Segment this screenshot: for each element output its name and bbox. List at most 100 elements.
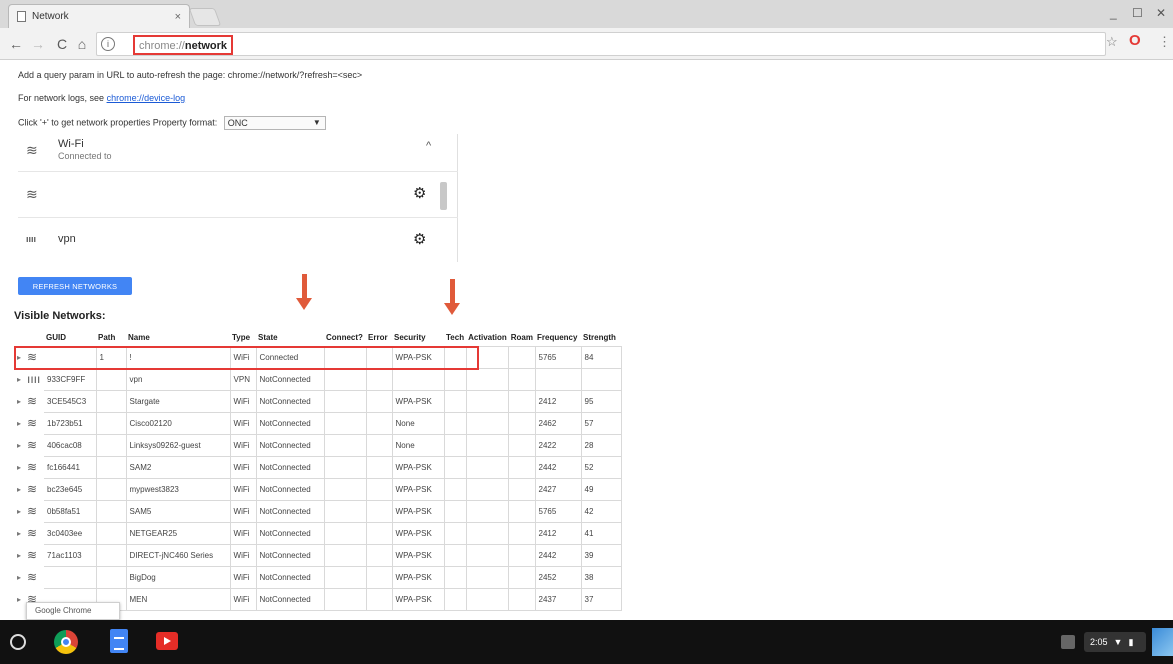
cell-error: [365, 565, 393, 589]
menu-icon[interactable]: ⋮: [1158, 34, 1171, 50]
format-select[interactable]: ONC ▼: [223, 116, 326, 130]
forward-button[interactable]: →: [28, 34, 48, 54]
home-button[interactable]: ⌂: [72, 34, 92, 54]
chrome-tooltip: Google Chrome: [26, 602, 120, 620]
url-text[interactable]: chrome://network: [133, 35, 234, 55]
cell-tech: [443, 477, 467, 501]
table-row[interactable]: ▸ ≋ 71ac1103 DIRECT-jNC460 Series WiFi NotCon…: [14, 543, 622, 567]
toolbar: ← → C ⌂ i chrome://network: [0, 28, 1173, 60]
device-log-link[interactable]: chrome://device-log: [107, 93, 186, 103]
visible-networks-table: GUID Path Name Type State Connect? Error…: [14, 330, 622, 611]
column-header: Error: [368, 333, 388, 343]
ime-icon[interactable]: [1061, 635, 1075, 649]
cell-state: NotConnected: [255, 499, 325, 523]
collapse-icon[interactable]: ^: [426, 140, 431, 152]
wifi-network-item[interactable]: ≋ ⚙: [18, 172, 458, 218]
cell-path: [95, 543, 127, 567]
new-tab-button[interactable]: [188, 8, 222, 26]
cell-path: [95, 521, 127, 545]
refresh-networks-button[interactable]: REFRESH NETWORKS: [18, 277, 132, 295]
cell-activation: [465, 499, 510, 523]
bookmark-star-icon[interactable]: ☆: [1106, 34, 1118, 50]
opera-extension-icon[interactable]: O: [1129, 32, 1141, 49]
expand-icon[interactable]: ▸: [14, 522, 24, 544]
gear-icon[interactable]: ⚙: [413, 230, 426, 248]
cell-roam: [508, 345, 536, 369]
table-row[interactable]: ▸ ≋ bc23e645 mypwest3823 WiFi NotConnected WPA…: [14, 477, 622, 501]
cell-tech: [443, 389, 467, 413]
cell-tech: [443, 587, 467, 611]
cell-error: [365, 455, 393, 479]
wifi-status: Connected to: [58, 151, 112, 161]
wifi-section-header[interactable]: ≋ Wi-Fi Connected to ^: [18, 134, 458, 172]
back-button[interactable]: ←: [6, 34, 26, 54]
expand-icon[interactable]: ▸: [14, 434, 24, 456]
expand-icon[interactable]: ▸: [14, 412, 24, 434]
cell-guid: 71ac1103: [44, 543, 97, 567]
table-row[interactable]: ▸ ≋ 3CE545C3 Stargate WiFi NotConnected WPA-PS…: [14, 389, 622, 413]
cell-name: BigDog: [125, 565, 231, 589]
cell-security: WPA-PSK: [391, 521, 445, 545]
tab-strip: Network × _ ☐ ✕: [0, 0, 1173, 28]
tab-network[interactable]: Network ×: [8, 4, 190, 28]
close-window-button[interactable]: ✕: [1156, 6, 1166, 20]
table-row[interactable]: ▸ ≋ 1b723b51 Cisco02120 WiFi NotConnected None…: [14, 411, 622, 435]
expand-icon[interactable]: ▸: [14, 544, 24, 566]
expand-icon[interactable]: ▸: [14, 478, 24, 500]
arrow-annotation-state: [296, 274, 312, 314]
cell-security: WPA-PSK: [391, 499, 445, 523]
cell-activation: [465, 455, 510, 479]
chrome-icon[interactable]: [54, 630, 78, 654]
wifi-lock-icon: ≋: [27, 570, 38, 584]
cell-guid: 1b723b51: [44, 411, 97, 435]
cell-connect: [323, 389, 367, 413]
table-row[interactable]: ▸ ≋ fc166441 SAM2 WiFi NotConnected WPA-PSK 244…: [14, 455, 622, 479]
cell-name: DIRECT-jNC460 Series: [125, 543, 231, 567]
info-icon[interactable]: i: [101, 37, 115, 51]
youtube-icon[interactable]: [156, 632, 178, 650]
tab-close-icon[interactable]: ×: [175, 11, 181, 23]
expand-icon[interactable]: ▸: [14, 456, 24, 478]
column-header: Frequency: [537, 333, 578, 343]
expand-icon[interactable]: ▸: [14, 390, 24, 412]
status-tray[interactable]: 2:05 ▼ ▮: [1084, 632, 1146, 652]
table-row[interactable]: ▸ ≋ 0b58fa51 SAM5 WiFi NotConnected WPA-PSK 576…: [14, 499, 622, 523]
table-row[interactable]: ▸ ≋ BigDog WiFi NotConnected WPA-PSK 2452 38: [14, 565, 622, 589]
cell-strength: 84: [580, 345, 622, 369]
table-row[interactable]: ▸ ≋ 3c0403ee NETGEAR25 WiFi NotConnected WPA-P…: [14, 521, 622, 545]
cell-activation: [465, 411, 510, 435]
cell-type: WiFi: [229, 587, 257, 611]
avatar[interactable]: [1152, 628, 1173, 656]
cell-state: NotConnected: [255, 433, 325, 457]
expand-icon[interactable]: ▸: [14, 500, 24, 522]
cell-connect: [323, 565, 367, 589]
cell-guid: 3c0403ee: [44, 521, 97, 545]
vpn-network-item[interactable]: ıııı vpn ⚙: [18, 218, 458, 262]
table-header-row: GUID Path Name Type State Connect? Error…: [14, 330, 621, 346]
wifi-icon: ≋: [27, 438, 38, 452]
table-row[interactable]: ▸ ıııı 933CF9FF vpn VPN NotConnected: [14, 367, 622, 391]
scrollbar[interactable]: [440, 182, 447, 210]
cell-name: SAM2: [125, 455, 231, 479]
table-row[interactable]: ▸ ≋ 406cac08 Linksys09262-guest WiFi NotConne…: [14, 433, 622, 457]
cell-error: [365, 411, 393, 435]
expand-icon[interactable]: ▸: [14, 368, 24, 390]
maximize-button[interactable]: ☐: [1132, 6, 1143, 20]
cell-connect: [323, 367, 367, 391]
cell-error: [365, 433, 393, 457]
minimize-button[interactable]: _: [1110, 6, 1117, 20]
docs-icon[interactable]: [110, 629, 128, 653]
column-header: Strength: [583, 333, 616, 343]
reload-button[interactable]: C: [52, 34, 72, 54]
gear-icon[interactable]: ⚙: [413, 184, 426, 202]
launcher-button[interactable]: [10, 634, 26, 650]
cell-type: VPN: [229, 367, 257, 391]
address-bar[interactable]: i chrome://network: [96, 32, 1106, 56]
cell-type: WiFi: [229, 477, 257, 501]
cell-tech: [443, 565, 467, 589]
arrow-annotation-security: [444, 279, 460, 319]
vpn-icon: ıııı: [27, 372, 41, 386]
expand-icon[interactable]: ▸: [14, 566, 24, 588]
expand-icon[interactable]: ▸: [14, 588, 24, 610]
cell-activation: [465, 389, 510, 413]
